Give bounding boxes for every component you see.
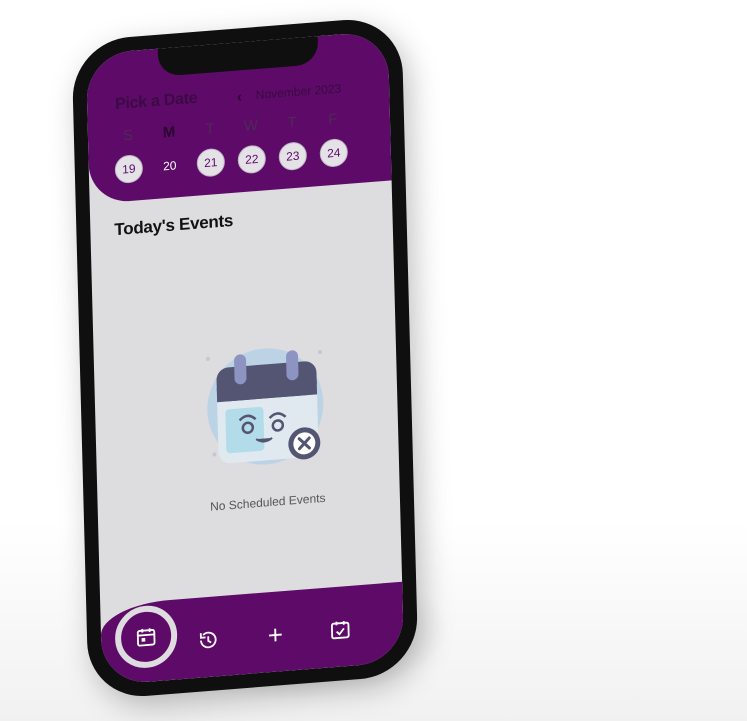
- day-column: W 22: [237, 114, 267, 175]
- chevron-left-icon[interactable]: ‹: [237, 88, 242, 104]
- date-chip[interactable]: 24: [319, 137, 349, 169]
- page-title: Pick a Date: [114, 89, 198, 114]
- nav-tasks-button[interactable]: [323, 611, 358, 648]
- month-navigation: ‹ November 2023: [237, 80, 341, 104]
- weekday-label: F: [328, 110, 338, 129]
- nav-history-button[interactable]: [191, 622, 226, 659]
- calendar-icon: [136, 628, 156, 647]
- date-chip[interactable]: 22: [237, 144, 267, 175]
- day-column: T 21: [196, 118, 226, 178]
- date-chip[interactable]: 23: [278, 141, 308, 172]
- day-column: M 20: [155, 121, 185, 181]
- app-screen: Pick a Date ‹ November 2023 S 19 M 20 T …: [85, 30, 405, 686]
- weekday-label: S: [122, 126, 134, 145]
- day-column: S 19: [114, 124, 144, 185]
- weekday-label: T: [205, 120, 215, 139]
- nav-add-button[interactable]: +: [258, 616, 293, 653]
- weekday-label: M: [162, 123, 176, 142]
- calendar-face-icon: [205, 348, 324, 465]
- history-icon: [199, 631, 217, 649]
- calendar-check-icon: [330, 621, 350, 640]
- week-strip: S 19 M 20 T 21 W 22 T 23 F 24: [114, 103, 405, 185]
- empty-state: No Scheduled Events: [174, 333, 358, 516]
- date-chip[interactable]: 21: [196, 147, 226, 178]
- month-label: November 2023: [255, 81, 342, 103]
- day-column: F 24: [319, 108, 349, 169]
- section-title: Today's Events: [114, 210, 234, 240]
- day-column: T 23: [278, 111, 308, 172]
- phone-mockup: Pick a Date ‹ November 2023 S 19 M 20 T …: [71, 15, 419, 701]
- weekday-label: W: [243, 116, 259, 135]
- date-chip-current[interactable]: 20: [155, 151, 184, 181]
- weekday-label: T: [287, 113, 297, 132]
- date-chip[interactable]: 19: [114, 153, 144, 185]
- nav-calendar-button[interactable]: [114, 603, 178, 671]
- empty-state-message: No Scheduled Events: [209, 490, 326, 514]
- plus-icon: +: [267, 618, 284, 650]
